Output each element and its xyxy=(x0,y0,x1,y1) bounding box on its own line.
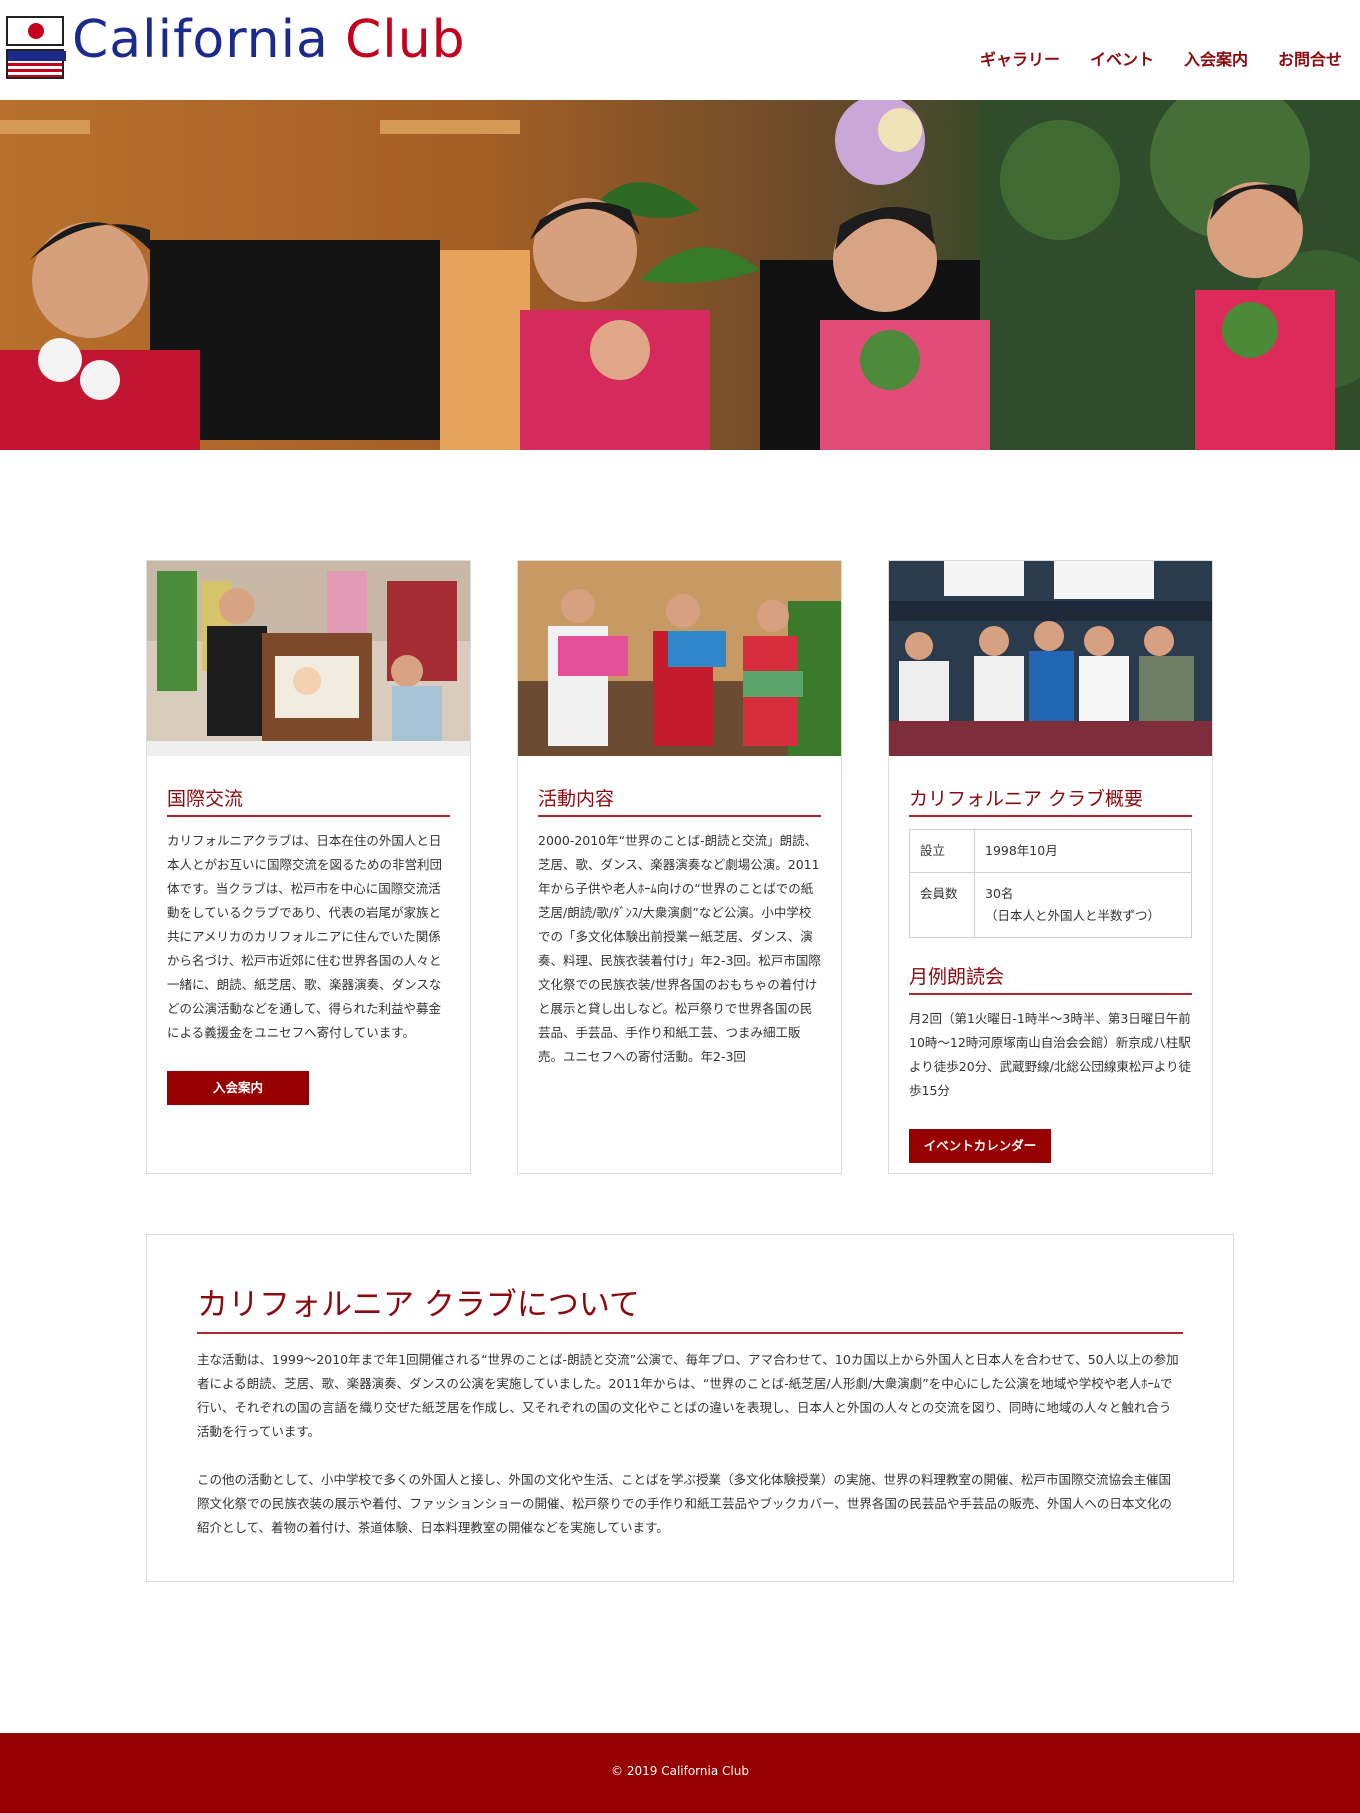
card-text-exchange: カリフォルニアクラブは、日本在住の外国人と日本人とがお互いに国際交流を図るための… xyxy=(167,833,443,1040)
nav-membership[interactable]: 入会案内 xyxy=(1184,46,1248,70)
card-overview: カリフォルニア クラブ概要 設立 1998年10月 会員数 30名 （日本人と外… xyxy=(888,560,1213,1174)
nav-contact[interactable]: お問合せ xyxy=(1278,46,1342,70)
about-title: カリフォルニア クラブについて xyxy=(197,1279,1183,1334)
site-header: California Club ギャラリー イベント 入会案内 お問合せ xyxy=(0,0,1360,100)
logo-text: California Club xyxy=(72,10,466,70)
japan-flag-icon xyxy=(6,16,64,46)
site-footer: © 2019 California Club xyxy=(0,1733,1360,1813)
card-text-activity: 2000-2010年“世界のことば-朗読と交流」朗読、芝居、歌、ダンス、楽器演奏… xyxy=(538,833,821,1064)
table-row: 設立 1998年10月 xyxy=(909,829,1192,873)
table-value-established: 1998年10月 xyxy=(974,829,1192,873)
about-section: カリフォルニア クラブについて 主な活動は、1999〜2010年まで年1回開催さ… xyxy=(146,1234,1234,1582)
card-title-reading: 月例朗読会 xyxy=(909,962,1192,995)
nav-gallery[interactable]: ギャラリー xyxy=(980,46,1060,70)
members-note: （日本人と外国人と半数ずつ） xyxy=(985,908,1161,923)
table-key-members: 会員数 xyxy=(909,872,975,938)
table-value-members: 30名 （日本人と外国人と半数ずつ） xyxy=(974,872,1192,938)
site-logo[interactable]: California Club xyxy=(6,10,466,82)
event-calendar-button[interactable]: イベントカレンダー xyxy=(909,1129,1051,1163)
table-row: 会員数 30名 （日本人と外国人と半数ずつ） xyxy=(909,872,1192,938)
nav-event[interactable]: イベント xyxy=(1090,46,1154,70)
card-activities: 活動内容 2000-2010年“世界のことば-朗読と交流」朗読、芝居、歌、ダンス… xyxy=(517,560,842,1174)
usa-flag-icon xyxy=(6,49,66,79)
overview-table: 設立 1998年10月 会員数 30名 （日本人と外国人と半数ずつ） xyxy=(909,829,1192,938)
card-title-exchange: 国際交流 xyxy=(167,784,450,817)
logo-word-club: Club xyxy=(344,10,466,70)
hero-image xyxy=(0,100,1360,450)
logo-word-california: California xyxy=(72,10,329,70)
card-photo-market xyxy=(889,561,1212,756)
about-paragraph-2: この他の活動として、小中学校で多くの外国人と接し、外国の文化や生活、ことばを学ぶ… xyxy=(197,1472,1172,1535)
main-nav: ギャラリー イベント 入会案内 お問合せ xyxy=(950,46,1342,70)
card-title-overview: カリフォルニア クラブ概要 xyxy=(909,784,1192,817)
card-photo-reading xyxy=(518,561,841,756)
card-title-activity: 活動内容 xyxy=(538,784,821,817)
members-count: 30名 xyxy=(985,886,1014,901)
membership-button[interactable]: 入会案内 xyxy=(167,1071,309,1105)
copyright-text: © 2019 California Club xyxy=(611,1764,749,1778)
card-text-reading: 月2回（第1火曜日-1時半〜3時半、第3日曜日午前10時〜12時河原塚南山自治会… xyxy=(909,1011,1192,1098)
flags-icon xyxy=(6,16,66,80)
card-international-exchange: 国際交流 カリフォルニアクラブは、日本在住の外国人と日本人とがお互いに国際交流を… xyxy=(146,560,471,1174)
table-key-established: 設立 xyxy=(909,829,975,873)
card-photo-storytelling xyxy=(147,561,470,756)
about-paragraph-1: 主な活動は、1999〜2010年まで年1回開催される“世界のことば-朗読と交流”… xyxy=(197,1352,1179,1439)
